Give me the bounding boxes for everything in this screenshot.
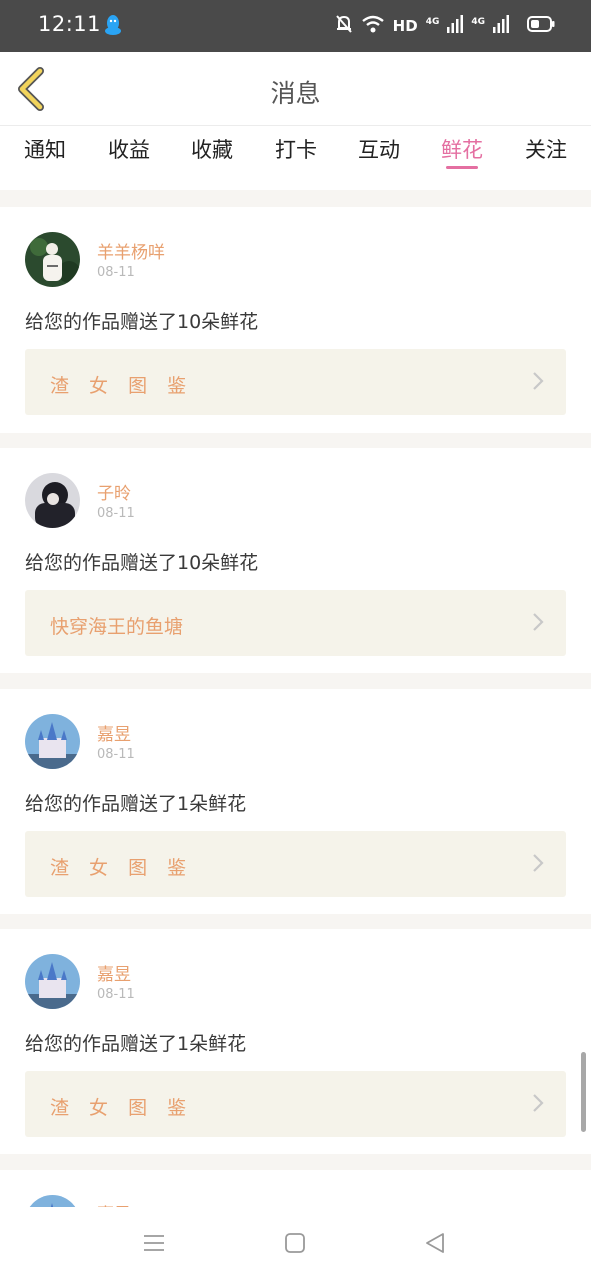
avatar[interactable] xyxy=(25,714,80,769)
message-date: 08-11 xyxy=(97,506,135,521)
chevron-right-icon xyxy=(533,372,544,390)
message-text: 给您的作品赠送了1朵鲜花 xyxy=(25,1033,247,1055)
signal-icon xyxy=(447,15,464,37)
back-triangle-icon[interactable] xyxy=(424,1232,446,1254)
tab-favorites[interactable]: 收藏 xyxy=(191,134,233,164)
status-time: 12:11 xyxy=(38,12,102,36)
chevron-right-icon xyxy=(533,1094,544,1112)
user-name[interactable]: 嘉昱 xyxy=(97,720,131,745)
menu-icon[interactable] xyxy=(143,1232,165,1254)
tab-earnings[interactable]: 收益 xyxy=(108,134,150,164)
page-title: 消息 xyxy=(270,79,321,108)
chevron-right-icon xyxy=(533,854,544,872)
message-card: 子昤 08-11 给您的作品赠送了10朵鲜花 快穿海王的鱼塘 xyxy=(0,448,591,673)
work-title: 渣 女 图 鉴 xyxy=(50,375,194,397)
nav-bar: 消息 xyxy=(0,52,591,126)
scrollbar-thumb[interactable] xyxy=(581,1052,586,1132)
chevron-right-icon xyxy=(533,613,544,631)
status-bar: 12:11 HD 4G 4G xyxy=(0,0,591,52)
avatar[interactable] xyxy=(25,232,80,287)
tab-flowers[interactable]: 鲜花 xyxy=(441,134,483,164)
message-text: 给您的作品赠送了1朵鲜花 xyxy=(25,793,247,815)
network-type-1: 4G xyxy=(425,16,440,27)
work-title: 快穿海王的鱼塘 xyxy=(50,616,184,638)
wifi-icon xyxy=(361,14,385,38)
avatar[interactable] xyxy=(25,473,80,528)
message-text: 给您的作品赠送了10朵鲜花 xyxy=(25,311,259,333)
mute-bell-icon xyxy=(335,14,353,38)
home-square-icon[interactable] xyxy=(284,1232,306,1254)
avatar[interactable] xyxy=(25,954,80,1009)
message-text: 给您的作品赠送了10朵鲜花 xyxy=(25,552,259,574)
tab-notifications[interactable]: 通知 xyxy=(24,134,66,164)
message-date: 08-11 xyxy=(97,265,135,280)
system-nav-bar xyxy=(0,1207,591,1280)
tab-bar: 通知 收益 收藏 打卡 互动 鲜花 关注 xyxy=(0,126,591,190)
hd-indicator: HD xyxy=(392,17,418,35)
tab-follows[interactable]: 关注 xyxy=(525,134,567,164)
battery-icon xyxy=(527,16,555,36)
message-date: 08-11 xyxy=(97,747,135,762)
work-link[interactable]: 渣 女 图 鉴 xyxy=(25,831,566,897)
work-title: 渣 女 图 鉴 xyxy=(50,1097,194,1119)
active-tab-indicator xyxy=(446,166,478,169)
work-title: 渣 女 图 鉴 xyxy=(50,857,194,879)
message-card: 嘉昱 xyxy=(0,1170,591,1210)
tab-check-in[interactable]: 打卡 xyxy=(275,134,317,164)
work-link[interactable]: 渣 女 图 鉴 xyxy=(25,1071,566,1137)
message-card: 嘉昱 08-11 给您的作品赠送了1朵鲜花 渣 女 图 鉴 xyxy=(0,929,591,1154)
work-link[interactable]: 渣 女 图 鉴 xyxy=(25,349,566,415)
qq-icon xyxy=(104,14,122,40)
status-icons: HD 4G 4G xyxy=(335,14,555,38)
network-type-2: 4G xyxy=(471,16,485,27)
message-date: 08-11 xyxy=(97,987,135,1002)
work-link[interactable]: 快穿海王的鱼塘 xyxy=(25,590,566,656)
message-card: 羊羊杨咩 08-11 给您的作品赠送了10朵鲜花 渣 女 图 鉴 xyxy=(0,207,591,433)
message-card: 嘉昱 08-11 给您的作品赠送了1朵鲜花 渣 女 图 鉴 xyxy=(0,689,591,914)
user-name[interactable]: 羊羊杨咩 xyxy=(97,238,165,263)
signal-icon-2 xyxy=(493,15,509,37)
tab-interactions[interactable]: 互动 xyxy=(358,134,400,164)
user-name[interactable]: 嘉昱 xyxy=(97,960,131,985)
user-name[interactable]: 子昤 xyxy=(97,479,131,504)
